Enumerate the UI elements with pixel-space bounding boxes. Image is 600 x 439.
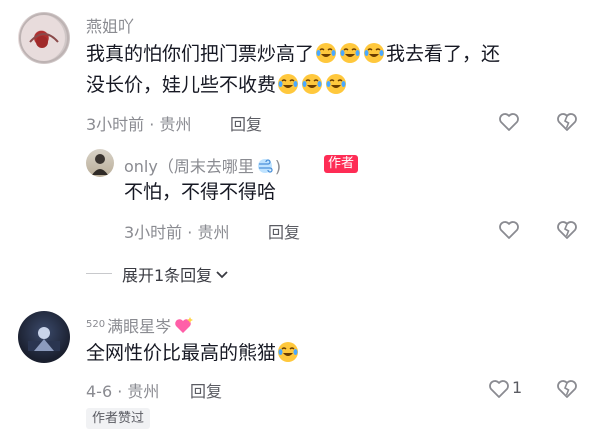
comment-time-location: 4-6 · 贵州 <box>86 382 160 401</box>
laugh-cry-emoji-icon <box>301 73 323 95</box>
reply-button[interactable]: 回复 <box>190 378 222 402</box>
comment-text-line2: 没长价，娃儿些不收费 <box>86 74 277 96</box>
comment-username[interactable]: 燕姐吖 <box>86 13 134 37</box>
expand-replies-button[interactable]: 展开1条回复 <box>122 262 229 286</box>
avatar-image-icon <box>92 154 108 175</box>
expand-replies-label: 展开1条回复 <box>122 266 213 285</box>
comment-text: 不怕，不得不得哈 <box>124 181 277 203</box>
username-prefix: 520 <box>86 319 106 330</box>
laugh-cry-emoji-icon <box>325 73 347 95</box>
laugh-cry-emoji-icon <box>363 42 385 64</box>
laugh-cry-emoji-icon <box>277 341 299 363</box>
comment-text: 全网性价比最高的熊猫 <box>86 338 300 369</box>
comment-time-location: 3小时前 · 贵州 <box>86 115 192 134</box>
broken-heart-icon[interactable] <box>556 220 578 240</box>
avatar[interactable] <box>18 12 70 64</box>
comment-username-text: 满眼星岑 <box>107 317 172 336</box>
sparkling-heart-icon <box>175 317 194 333</box>
comment-text-line1: 我真的怕你们把门票炒高了 <box>86 43 315 65</box>
comment-text-content: 全网性价比最高的熊猫 <box>86 342 277 364</box>
expand-divider <box>86 273 112 274</box>
heart-outline-icon[interactable] <box>498 220 520 240</box>
wind-emoji-icon <box>257 159 273 173</box>
laugh-cry-emoji-icon <box>339 42 361 64</box>
author-badge: 作者 <box>324 155 359 173</box>
broken-heart-icon[interactable] <box>556 112 578 132</box>
comment-username-text: only（周末去哪里 <box>124 157 254 176</box>
comment-text: 我真的怕你们把门票炒高了 我去看了，还 没长价，娃儿些不收费 <box>86 39 576 101</box>
avatar-image-icon <box>28 327 60 351</box>
comment-username[interactable]: 520 满眼星岑 <box>86 313 195 337</box>
broken-heart-icon[interactable] <box>556 379 578 399</box>
heart-outline-icon[interactable] <box>498 112 520 132</box>
comment-time-location: 3小时前 · 贵州 <box>124 223 230 242</box>
reply-button[interactable]: 回复 <box>268 219 300 243</box>
laugh-cry-emoji-icon <box>315 42 337 64</box>
comment-text-line1-after: 我去看了，还 <box>386 43 501 65</box>
comment-username[interactable]: only（周末去哪里) <box>124 153 281 177</box>
avatar[interactable] <box>86 149 114 177</box>
heart-outline-icon[interactable] <box>488 379 510 399</box>
laugh-cry-emoji-icon <box>277 73 299 95</box>
like-count: 1 <box>512 378 523 397</box>
reply-button[interactable]: 回复 <box>230 111 262 135</box>
avatar[interactable] <box>18 311 70 363</box>
author-liked-tag: 作者赞过 <box>86 408 151 429</box>
avatar-image-icon <box>19 13 69 63</box>
chevron-down-icon <box>216 271 228 279</box>
